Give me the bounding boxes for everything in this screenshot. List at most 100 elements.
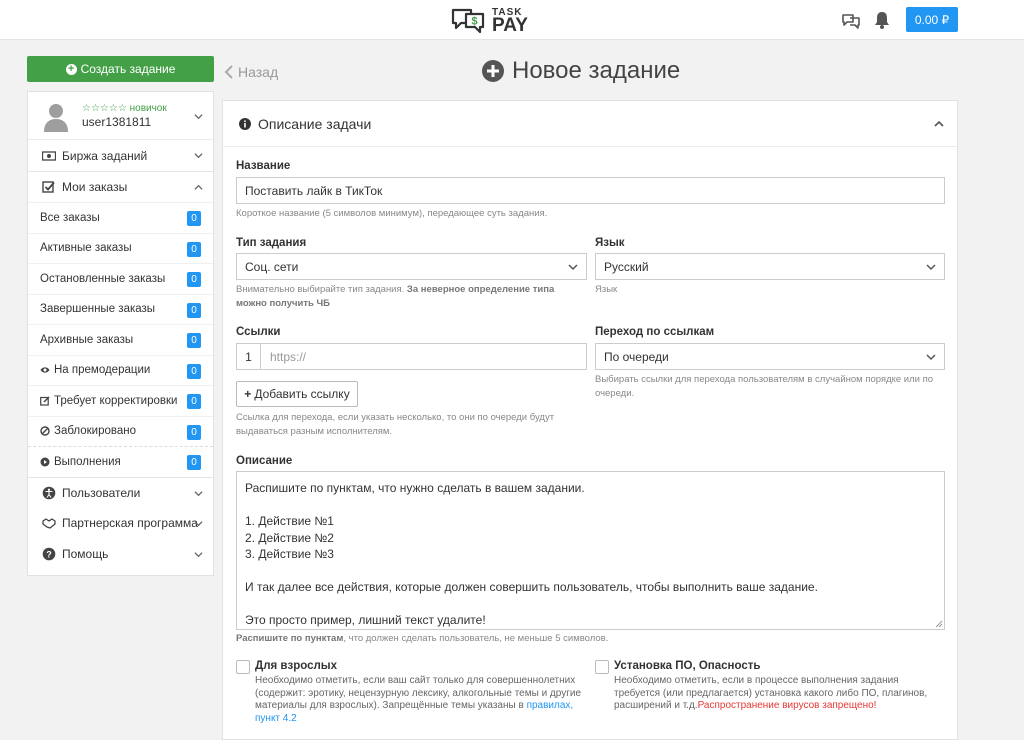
description-label: Описание bbox=[236, 455, 293, 467]
count-badge: 0 bbox=[187, 363, 201, 379]
links-label: Ссылки bbox=[236, 326, 281, 338]
user-profile[interactable]: ☆☆☆☆☆ новичок user1381811 bbox=[28, 92, 213, 140]
eye-icon bbox=[40, 367, 50, 373]
sidebar-item-label: Заблокировано bbox=[54, 425, 137, 438]
count-badge: 0 bbox=[187, 424, 201, 440]
sidebar: ☆☆☆☆☆ новичок user1381811 Биржа заданий … bbox=[27, 91, 214, 576]
name-input[interactable]: Поставить лайк в ТикТок bbox=[236, 177, 945, 204]
software-checkbox[interactable] bbox=[595, 660, 609, 674]
sidebar-item-all-orders[interactable]: Все заказы 0 bbox=[28, 202, 213, 233]
question-circle-icon: ? bbox=[42, 547, 56, 561]
create-task-button[interactable]: + Создать задание bbox=[27, 56, 214, 82]
page-title: Новое задание bbox=[482, 57, 680, 85]
sidebar-item-completed-orders[interactable]: Завершенные заказы 0 bbox=[28, 293, 213, 325]
language-select[interactable]: Русский bbox=[595, 253, 945, 280]
resize-handle-icon[interactable] bbox=[935, 620, 943, 628]
back-link[interactable]: Назад bbox=[224, 64, 278, 80]
navigation-label: Переход по ссылкам bbox=[595, 326, 715, 338]
count-badge: 0 bbox=[187, 211, 201, 226]
plus-icon: + bbox=[244, 387, 252, 401]
sidebar-item-label: Завершенные заказы bbox=[40, 303, 156, 316]
navigation-select[interactable]: По очереди bbox=[595, 343, 945, 370]
software-description: Необходимо отметить, если в процессе вып… bbox=[614, 675, 928, 711]
type-select-value: Соц. сети bbox=[245, 259, 299, 274]
sidebar-item-label: Выполнения bbox=[54, 455, 121, 468]
play-circle-icon bbox=[40, 457, 50, 467]
chevron-down-icon bbox=[568, 264, 578, 271]
count-badge: 0 bbox=[187, 302, 201, 318]
back-label: Назад bbox=[238, 64, 279, 80]
chevron-up-icon bbox=[934, 120, 944, 127]
create-task-label: Создать задание bbox=[80, 62, 176, 76]
logo[interactable]: $ TASK PAY bbox=[450, 4, 528, 35]
name-hint: Короткое название (5 символов минимум), … bbox=[236, 208, 548, 219]
sidebar-item-exchange[interactable]: Биржа заданий bbox=[28, 140, 213, 171]
language-hint: Язык bbox=[595, 284, 618, 295]
sidebar-item-my-orders[interactable]: Мои заказы bbox=[28, 171, 213, 202]
sidebar-item-label: Помощь bbox=[62, 547, 109, 561]
sidebar-item-label: Архивные заказы bbox=[40, 333, 134, 346]
sidebar-item-blocked[interactable]: Заблокировано 0 bbox=[28, 415, 213, 447]
edit-icon bbox=[40, 396, 50, 406]
count-badge: 0 bbox=[187, 333, 201, 348]
sidebar-item-label: На премодерации bbox=[54, 364, 151, 377]
navigation-hint: Выбирать ссылки для перехода пользовател… bbox=[595, 374, 934, 399]
rank-stars-icon: ☆☆☆☆☆ bbox=[82, 103, 127, 114]
count-badge: 0 bbox=[187, 241, 201, 257]
language-label: Язык bbox=[595, 237, 625, 249]
checkbox-checked-icon bbox=[42, 181, 55, 193]
info-icon bbox=[239, 117, 251, 130]
type-label: Тип задания bbox=[236, 237, 307, 249]
link-input[interactable]: https:// bbox=[270, 350, 306, 364]
add-link-label: Добавить ссылку bbox=[254, 387, 350, 401]
plus-circle-icon: + bbox=[65, 63, 77, 75]
sidebar-item-label: Все заказы bbox=[40, 211, 100, 224]
navigation-select-value: По очереди bbox=[604, 349, 669, 364]
accessibility-icon bbox=[42, 486, 56, 499]
sidebar-item-archived-orders[interactable]: Архивные заказы 0 bbox=[28, 324, 213, 355]
plus-circle-icon bbox=[482, 60, 504, 82]
language-select-value: Русский bbox=[604, 259, 649, 274]
avatar bbox=[44, 104, 68, 132]
type-select[interactable]: Соц. сети bbox=[236, 253, 587, 280]
adult-checkbox[interactable] bbox=[236, 660, 250, 674]
sidebar-item-label: Активные заказы bbox=[40, 242, 132, 255]
add-link-button[interactable]: + Добавить ссылку bbox=[236, 381, 358, 407]
sidebar-item-premoderation[interactable]: На премодерации 0 bbox=[28, 354, 213, 386]
sidebar-item-partner[interactable]: Партнерская программа bbox=[28, 508, 213, 539]
logo-icon: $ bbox=[451, 8, 485, 34]
chevron-down-icon bbox=[194, 153, 203, 159]
name-label: Название bbox=[236, 160, 291, 172]
ban-icon bbox=[40, 426, 50, 436]
user-rank: ☆☆☆☆☆ новичок bbox=[82, 103, 167, 114]
sidebar-item-label: Пользователи bbox=[62, 485, 141, 500]
adult-title: Для взрослых bbox=[255, 660, 338, 672]
chevron-down-icon bbox=[194, 490, 203, 496]
top-bar: $ TASK PAY 0.00 ₽ bbox=[0, 0, 1024, 40]
description-hint: Распишите по пунктам, что должен сделать… bbox=[236, 633, 609, 644]
sidebar-item-help[interactable]: ? Помощь bbox=[28, 539, 213, 570]
chevron-down-icon bbox=[926, 354, 936, 361]
bell-icon[interactable] bbox=[872, 10, 892, 30]
sidebar-item-label: Партнерская программа bbox=[62, 516, 198, 530]
type-hint: Внимательно выбирайте тип задания. За не… bbox=[236, 284, 555, 309]
chevron-down-icon bbox=[194, 520, 203, 526]
sidebar-item-needs-correction[interactable]: Требует корректировки 0 bbox=[28, 385, 213, 416]
sidebar-item-active-orders[interactable]: Активные заказы 0 bbox=[28, 232, 213, 264]
svg-text:?: ? bbox=[46, 550, 52, 560]
chevron-down-icon[interactable] bbox=[194, 112, 203, 121]
links-hint: Ссылка для перехода, если указать нескол… bbox=[236, 412, 555, 437]
chat-icon[interactable] bbox=[841, 10, 861, 30]
balance-button[interactable]: 0.00 ₽ bbox=[906, 7, 958, 32]
handshake-icon bbox=[42, 518, 56, 529]
count-badge: 0 bbox=[187, 394, 201, 409]
section-header[interactable]: Описание задачи bbox=[223, 101, 957, 147]
page-title-text: Новое задание bbox=[512, 57, 681, 84]
money-icon bbox=[42, 150, 56, 161]
sidebar-item-users[interactable]: Пользователи bbox=[28, 476, 213, 508]
sidebar-item-stopped-orders[interactable]: Остановленные заказы 0 bbox=[28, 263, 213, 294]
description-textarea[interactable]: Распишите по пунктам, что нужно сделать … bbox=[236, 471, 945, 630]
software-title: Установка ПО, Опасность bbox=[614, 660, 761, 672]
sidebar-item-executions[interactable]: Выполнения 0 bbox=[28, 446, 213, 477]
count-badge: 0 bbox=[187, 272, 201, 287]
